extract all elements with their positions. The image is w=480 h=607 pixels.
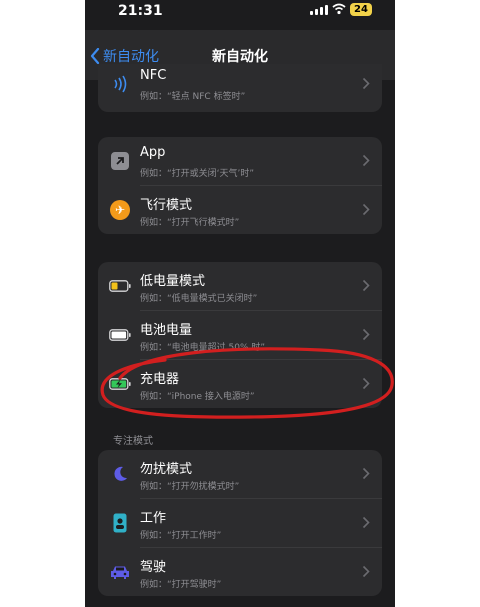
navigation-bar-overlay: 新自动化 新自动化 [85,30,395,65]
annotation-circle-overlay [100,347,394,419]
page-title: 新自动化 [212,49,268,65]
